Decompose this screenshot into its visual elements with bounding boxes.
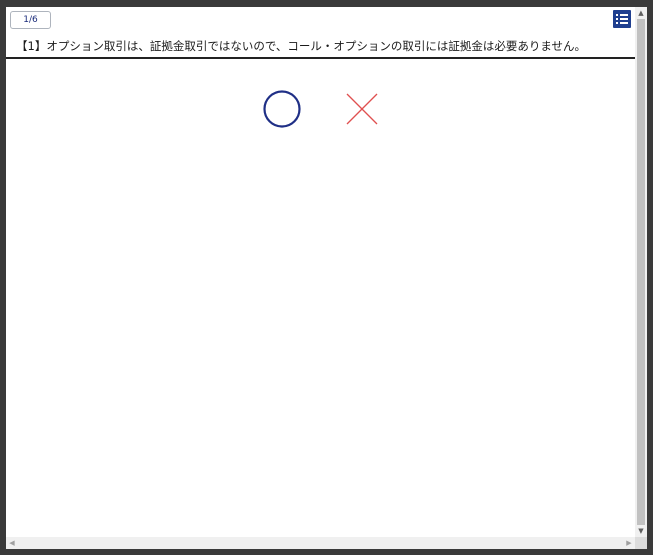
scroll-left-icon[interactable]: ◀ bbox=[6, 537, 18, 549]
scroll-down-icon[interactable]: ▼ bbox=[635, 525, 647, 537]
page-counter-label: 1/6 bbox=[23, 15, 38, 25]
horizontal-scrollbar[interactable]: ◀ ▶ bbox=[6, 537, 635, 549]
question-divider bbox=[6, 57, 635, 59]
circle-icon bbox=[263, 90, 301, 128]
quiz-content: 1/6 【1】オプション取引は、証拠金取引ではないので、コール・オプションの取引… bbox=[6, 7, 635, 537]
scroll-up-icon[interactable]: ▲ bbox=[635, 7, 647, 19]
question-text: 【1】オプション取引は、証拠金取引ではないので、コール・オプションの取引には証拠… bbox=[16, 39, 587, 53]
answer-false-button[interactable] bbox=[342, 89, 382, 129]
cross-icon bbox=[346, 93, 378, 125]
vertical-scrollbar[interactable]: ▲ ▼ bbox=[635, 7, 647, 537]
quiz-window: 1/6 【1】オプション取引は、証拠金取引ではないので、コール・オプションの取引… bbox=[6, 7, 647, 549]
scroll-right-icon[interactable]: ▶ bbox=[623, 537, 635, 549]
page-counter[interactable]: 1/6 bbox=[10, 11, 51, 29]
list-menu-icon bbox=[616, 14, 628, 16]
answer-true-button[interactable] bbox=[262, 89, 302, 129]
vertical-scroll-thumb[interactable] bbox=[637, 19, 645, 525]
question-list-button[interactable] bbox=[613, 10, 631, 28]
scrollbar-corner bbox=[635, 537, 647, 549]
